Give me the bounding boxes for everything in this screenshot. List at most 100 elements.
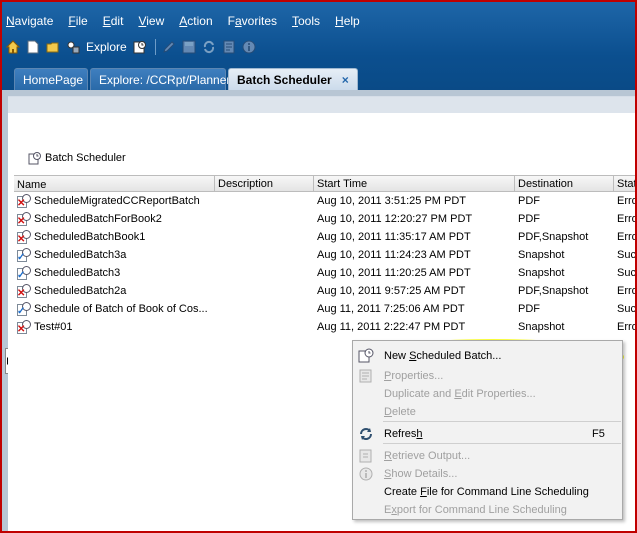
content-header-strip — [8, 97, 635, 113]
menu-item-delete: Delete — [353, 403, 622, 421]
close-tab-icon[interactable]: × — [342, 73, 349, 87]
tab-homepage[interactable]: HomePage — [14, 68, 88, 90]
save-icon[interactable] — [182, 40, 196, 54]
edit-icon[interactable] — [162, 40, 176, 54]
batch-error-icon: ✕ — [17, 230, 31, 244]
tab-label: Explore: /CCRpt/Planner — [99, 73, 231, 87]
new-document-icon[interactable] — [26, 40, 40, 54]
batch-error-icon: ✕ — [17, 320, 31, 334]
menu-item-shortcut: F5 — [592, 428, 605, 440]
table-row[interactable]: ✕ ScheduleMigratedCCReportBatch Aug 10, 20… — [14, 192, 635, 210]
tab-label: HomePage — [23, 73, 84, 87]
explore-button-label[interactable]: Explore — [86, 40, 127, 54]
batch-name: Test#01 — [34, 321, 73, 333]
batch-success-icon: ✓ — [17, 266, 31, 280]
cell-destination: PDF,Snapshot — [518, 231, 589, 243]
menu-icon-slot — [358, 386, 376, 402]
cell-start-time: Aug 10, 2011 3:51:25 PM PDT — [317, 195, 466, 207]
batch-error-icon: ✕ — [17, 284, 31, 298]
new-batch-icon — [358, 348, 376, 364]
menu-edit[interactable]: Edit — [101, 14, 128, 30]
column-header-destination[interactable]: Destination — [515, 176, 614, 191]
menu-item-label: Properties... — [384, 370, 444, 382]
cell-status: Erro — [617, 321, 635, 333]
menu-file[interactable]: File — [66, 14, 91, 30]
menu-bar: Navigate File Edit View Action Favorites Tools… — [4, 14, 373, 30]
batch-name: ScheduledBatch2a — [34, 285, 127, 297]
cell-start-time: Aug 10, 2011 11:35:17 AM PDT — [317, 231, 471, 243]
batch-success-icon: ✓ — [17, 248, 31, 262]
menu-action[interactable]: Action — [177, 14, 216, 30]
properties-icon — [358, 368, 376, 384]
table-header: Name Description Start Time Destination … — [14, 175, 635, 192]
column-header-status[interactable]: Stat — [614, 176, 635, 191]
menu-item-export-for-command-line-scheduling: Export for Command Line Scheduling — [353, 501, 622, 519]
column-header-start-time[interactable]: Start Time — [314, 176, 515, 191]
table-row[interactable]: ✕ ScheduledBatchBook1 Aug 10, 2011 11:35:1… — [14, 228, 635, 246]
table-body: ✕ ScheduleMigratedCCReportBatch Aug 10, 20… — [14, 192, 635, 336]
cell-destination: PDF — [518, 303, 540, 315]
batch-error-icon: ✕ — [17, 194, 31, 208]
batch-scheduler-icon[interactable] — [133, 40, 147, 54]
cell-name: ✕ ScheduledBatchBook1 — [14, 230, 215, 244]
batch-scheduler-icon — [28, 151, 42, 165]
menu-view[interactable]: View — [136, 14, 168, 30]
cell-start-time: Aug 11, 2011 7:25:06 AM PDT — [317, 303, 465, 315]
batch-name: ScheduleMigratedCCReportBatch — [34, 195, 200, 207]
menu-item-label: Retrieve Output... — [384, 450, 471, 462]
menu-tools[interactable]: Tools — [290, 14, 324, 30]
menu-icon-slot — [358, 502, 376, 518]
menu-favorites[interactable]: Favorites — [226, 14, 281, 30]
app-window: Navigate File Edit View Action Favorites Tools… — [2, 2, 635, 531]
table-row[interactable]: ✓ ScheduledBatch3a Aug 10, 2011 11:24:23 A… — [14, 246, 635, 264]
properties-icon[interactable] — [222, 40, 236, 54]
cell-name: ✓ ScheduledBatch3 — [14, 266, 215, 280]
cell-name: ✕ ScheduledBatch2a — [14, 284, 215, 298]
menu-item-label: Export for Command Line Scheduling — [384, 504, 567, 516]
menu-item-new-scheduled-batch[interactable]: New Scheduled Batch... — [353, 347, 622, 365]
batch-table: Name Description Start Time Destination … — [14, 175, 635, 336]
menu-item-label: Show Details... — [384, 468, 458, 480]
open-folder-icon[interactable] — [46, 40, 60, 54]
cell-status: Erro — [617, 213, 635, 225]
refresh-icon[interactable] — [202, 40, 216, 54]
info-icon[interactable] — [242, 40, 256, 54]
menu-separator — [383, 443, 621, 444]
cell-name: ✕ ScheduledBatchForBook2 — [14, 212, 215, 226]
menu-item-refresh[interactable]: Refresh F5 — [353, 425, 622, 443]
batch-success-icon: ✓ — [17, 302, 31, 316]
home-icon[interactable] — [5, 40, 21, 54]
menu-item-label: Delete — [384, 406, 416, 418]
column-header-description[interactable]: Description — [215, 176, 314, 191]
cell-destination: Snapshot — [518, 267, 565, 279]
tab-strip: HomePage Explore: /CCRpt/Planner Batch S… — [2, 68, 635, 92]
table-row[interactable]: ✕ ScheduledBatchForBook2 Aug 10, 2011 12:2… — [14, 210, 635, 228]
cell-destination: Snapshot — [518, 321, 565, 333]
batch-name: ScheduledBatch3a — [34, 249, 127, 261]
menu-item-label: Create File for Command Line Scheduling — [384, 486, 589, 498]
pane-title-label: Batch Scheduler — [45, 152, 126, 164]
menu-item-label: New Scheduled Batch... — [384, 350, 502, 362]
table-row[interactable]: ✕ ScheduledBatch2a Aug 10, 2011 9:57:25 AM… — [14, 282, 635, 300]
explore-icon[interactable] — [66, 40, 80, 54]
menu-help[interactable]: Help — [333, 14, 364, 30]
toolbar: Explore — [5, 37, 262, 57]
cell-name: ✓ Schedule of Batch of Book of Cos... — [14, 302, 215, 316]
cell-name: ✓ ScheduledBatch3a — [14, 248, 215, 262]
table-row[interactable]: ✓ ScheduledBatch3 Aug 10, 2011 11:20:25 AM… — [14, 264, 635, 282]
retrieve-output-icon — [358, 448, 376, 464]
batch-name: ScheduledBatch3 — [34, 267, 121, 279]
menu-item-show-details: Show Details... — [353, 465, 622, 483]
menu-navigate[interactable]: Navigate — [4, 14, 57, 30]
table-row[interactable]: ✕ Test#01 Aug 11, 2011 2:22:47 PM PDT Snaps… — [14, 318, 635, 336]
info-icon — [358, 466, 376, 482]
cell-start-time: Aug 10, 2011 9:57:25 AM PDT — [317, 285, 466, 297]
column-header-name[interactable]: Name — [14, 176, 215, 191]
tab-batch-scheduler[interactable]: Batch Scheduler × — [228, 68, 358, 92]
tab-explore[interactable]: Explore: /CCRpt/Planner — [90, 68, 230, 90]
menu-item-create-file-for-command-line-scheduling[interactable]: Create File for Command Line Scheduling — [353, 483, 622, 501]
pane-title: Batch Scheduler — [28, 151, 126, 165]
cell-destination: Snapshot — [518, 249, 565, 261]
cell-name: ✕ Test#01 — [14, 320, 215, 334]
table-row[interactable]: ✓ Schedule of Batch of Book of Cos... Aug … — [14, 300, 635, 318]
